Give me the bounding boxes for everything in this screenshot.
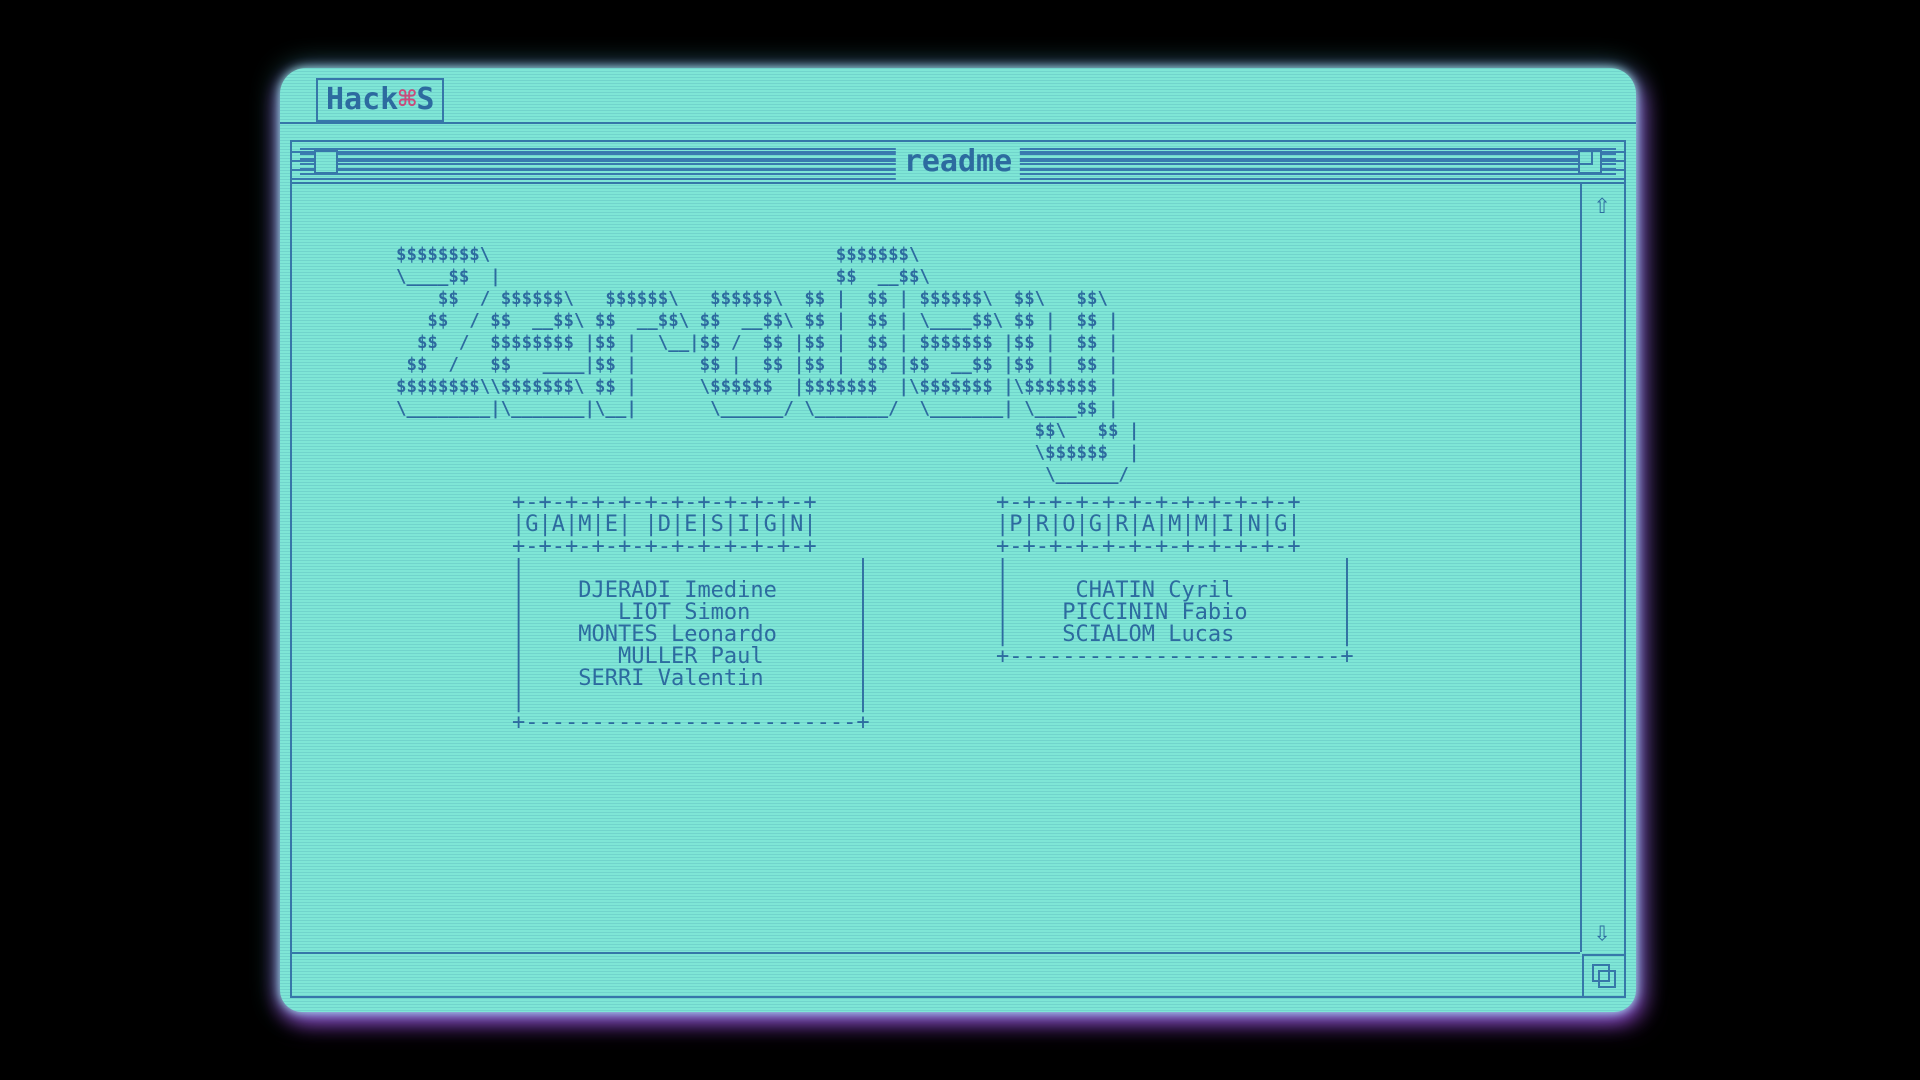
zoom-box-button[interactable] [1578,150,1602,174]
logo-text-right: S [416,82,435,117]
vertical-scrollbar[interactable]: ⇧ ⇩ [1580,184,1624,952]
credit-name-serri: SERRI Valentin [578,666,764,691]
window-title: readme [895,144,1021,180]
programming-heading: +-+-+-+-+-+-+-+-+-+-+-+ |P|R|O|G|R|A|M|M… [996,490,1301,559]
logo-text-left: Hack [326,82,399,117]
scroll-down-arrow-icon[interactable]: ⇩ [1586,916,1618,948]
scroll-up-arrow-icon[interactable]: ⇧ [1586,188,1618,220]
horizontal-scrollbar[interactable] [292,952,1580,996]
window-content: $$$$$$$$\ $$$$$$$\ \____$$ | $$ __$$\ $$… [292,184,1580,952]
crt-screen: Hack⌘S readme $$$$$$$$\ $$$$$$$\ \____$$… [280,68,1636,1012]
menu-bar: Hack⌘S [280,68,1636,124]
game-design-credits: +-+-+-+-+-+-+-+-+-+-+-+ |G|A|M|E| |D|E|S… [512,490,870,735]
apple-icon: ⌘ [398,82,417,117]
resize-grow-box-icon[interactable] [1582,954,1624,996]
zeroday-ascii-banner: $$$$$$$$\ $$$$$$$\ \____$$ | $$ __$$\ $$… [396,245,1140,485]
game-design-heading: +-+-+-+-+-+-+-+-+-+-+-+ |G|A|M|E| |D|E|S… [512,490,817,559]
hackos-logo[interactable]: Hack⌘S [316,78,445,122]
close-box-button[interactable] [314,150,338,174]
credit-name-scialom: SCIALOM Lucas [1062,622,1235,647]
programming-credits: +-+-+-+-+-+-+-+-+-+-+-+ |P|R|O|G|R|A|M|M… [996,490,1354,669]
readme-window: readme $$$$$$$$\ $$$$$$$\ \____$$ | $$ _… [290,140,1626,998]
window-title-bar[interactable]: readme [292,142,1624,184]
